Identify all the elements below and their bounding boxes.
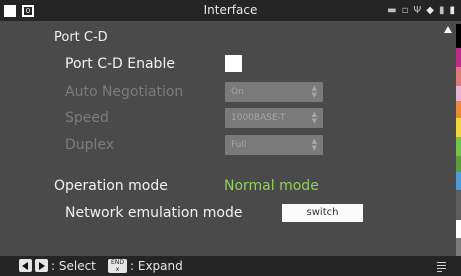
network-emulation-label: Network emulation mode bbox=[65, 205, 243, 221]
select-arrows-icon: ▲ ▼ bbox=[311, 110, 317, 125]
color-strip-segment bbox=[456, 190, 461, 220]
color-strip-segment bbox=[456, 24, 461, 48]
left-arrow-key-icon bbox=[19, 259, 32, 272]
screen: 0 Interface ▬ ▫ Ψ ◆ ▮ ▮ Port C-D Port C-… bbox=[0, 0, 461, 276]
select-arrows-icon: ▲ ▼ bbox=[311, 84, 317, 99]
expand-hint: : Expand bbox=[130, 259, 183, 273]
color-strip-segment bbox=[456, 220, 461, 238]
bottom-bar: : Select END x : Expand bbox=[0, 256, 461, 276]
scroll-up-icon[interactable] bbox=[444, 26, 452, 33]
color-strip-segment bbox=[456, 67, 461, 86]
status-icons: ▬ ▫ Ψ ◆ ▮ ▮ bbox=[387, 3, 455, 19]
operation-mode-value: Normal mode bbox=[224, 178, 319, 194]
auto-negotiation-value: On bbox=[231, 87, 244, 97]
duplex-select[interactable]: Full ▲ ▼ bbox=[225, 135, 323, 155]
color-strip-segment bbox=[456, 137, 461, 156]
color-strip-segment bbox=[456, 238, 461, 256]
color-strip-segment bbox=[456, 172, 461, 190]
auto-negotiation-label: Auto Negotiation bbox=[65, 84, 184, 100]
select-arrows-icon: ▲ ▼ bbox=[311, 137, 317, 152]
auto-negotiation-select[interactable]: On ▲ ▼ bbox=[225, 82, 323, 102]
speed-value: 1000BASE-T bbox=[231, 113, 286, 123]
switch-button[interactable]: switch bbox=[282, 204, 363, 222]
color-strip-segment bbox=[456, 101, 461, 118]
color-strip-segment bbox=[456, 156, 461, 172]
port-enable-checkbox[interactable] bbox=[225, 55, 242, 72]
end-key-icon: END x bbox=[108, 259, 127, 273]
port-enable-label: Port C-D Enable bbox=[65, 56, 175, 72]
end-key-top: END bbox=[111, 259, 124, 266]
duplex-label: Duplex bbox=[65, 137, 115, 153]
end-key-bottom: x bbox=[115, 266, 120, 273]
tag-icon: ◆ bbox=[426, 5, 434, 16]
sd-card-icon: ▮ bbox=[438, 5, 445, 16]
usb-icon: Ψ bbox=[413, 5, 422, 16]
network-icon: ▫ bbox=[401, 5, 409, 16]
select-hint: : Select bbox=[51, 259, 96, 273]
menu-icon[interactable] bbox=[437, 260, 446, 272]
speed-label: Speed bbox=[65, 110, 109, 126]
speed-select[interactable]: 1000BASE-T ▲ ▼ bbox=[225, 108, 323, 128]
top-bar: 0 Interface ▬ ▫ Ψ ◆ ▮ ▮ bbox=[0, 0, 461, 21]
battery-icon: ▮ bbox=[449, 5, 455, 16]
section-title: Port C-D bbox=[54, 30, 108, 45]
color-strip-segment bbox=[456, 48, 461, 67]
duplex-value: Full bbox=[231, 140, 247, 150]
color-strip-segment bbox=[456, 118, 461, 137]
color-strip-segment bbox=[456, 86, 461, 101]
printer-icon: ▬ bbox=[387, 5, 397, 16]
right-arrow-key-icon bbox=[35, 259, 48, 272]
operation-mode-label: Operation mode bbox=[54, 178, 168, 194]
